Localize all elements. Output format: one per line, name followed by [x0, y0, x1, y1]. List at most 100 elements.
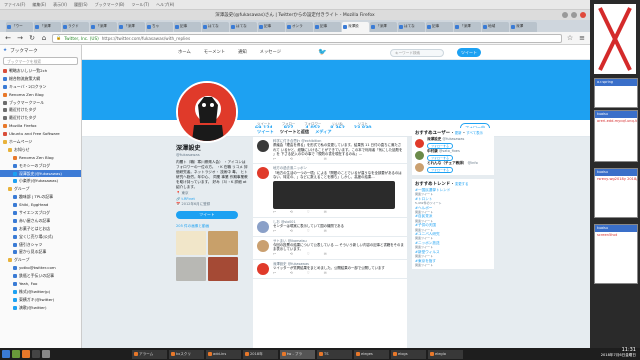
recommended-user[interactable]: とれんな（チェア教師） @info フォローする: [415, 161, 491, 173]
taskbar-task[interactable]: TS: [317, 349, 352, 359]
bookmark-item[interactable]: Yeah, Foo: [0, 280, 81, 288]
browser-tab[interactable]: 「ウー: [6, 22, 33, 32]
menu-item[interactable]: 履歴(S): [74, 2, 88, 8]
bookmark-item[interactable]: 深澤設史(@fukasawas): [0, 169, 81, 178]
like-icon[interactable]: ♡: [307, 157, 310, 161]
photo-thumb[interactable]: [208, 256, 238, 281]
clock[interactable]: 11:31 2018年7月6日金曜日: [601, 348, 636, 358]
taskbar-task[interactable]: アラーム: [132, 349, 167, 359]
user-name[interactable]: 深澤設史: [427, 137, 441, 141]
tweet-image[interactable]: [273, 181, 395, 210]
timeline-tab[interactable]: メディア: [315, 129, 331, 135]
website-link[interactable]: t.RP.net: [181, 197, 194, 201]
trend-item[interactable]: #自民党派 関連ツイート: [415, 214, 491, 223]
browser-tab[interactable]: 深澤設: [342, 22, 369, 32]
user-name[interactable]: 中村康: [427, 149, 438, 153]
menu-item[interactable]: 編集(E): [32, 2, 46, 8]
taskbar-task[interactable]: tw - ブラ: [280, 349, 315, 359]
nav-messages[interactable]: メッセージ: [260, 49, 281, 55]
retweet-icon[interactable]: ⟲: [290, 229, 293, 233]
bookmark-item[interactable]: Mozilla Firefox: [0, 122, 81, 130]
bookmark-item[interactable]: 東横ガキ(@twitter): [0, 296, 81, 304]
bookmark-item[interactable]: 値引きシャツ: [0, 241, 81, 249]
tweet-author[interactable]: 地方の過去風ニッポン: [273, 166, 307, 170]
nav-home[interactable]: ホーム: [178, 49, 191, 55]
trends-change-link[interactable]: 変更する: [455, 182, 469, 186]
forward-arrow-icon[interactable]: →: [16, 34, 24, 42]
bookmark-item[interactable]: 最近付けたタグ: [0, 114, 81, 122]
bookmark-item[interactable]: 小楽茶(@fukasawas): [0, 177, 81, 185]
tweet-avatar[interactable]: [257, 262, 269, 275]
view-all-link[interactable]: すべて表示: [466, 131, 483, 135]
browser-tab[interactable]: 記事: [174, 22, 201, 32]
user-avatar[interactable]: [415, 150, 424, 160]
bookmark-item[interactable]: 演歌(@twitter): [0, 304, 81, 312]
dm-icon[interactable]: ✉: [324, 157, 327, 161]
browser-tab[interactable]: 「深澤: [118, 22, 145, 32]
files-icon[interactable]: [12, 350, 20, 358]
retweet-icon[interactable]: ⟲: [290, 210, 293, 214]
minimize-icon[interactable]: [562, 12, 568, 18]
bookmark-item[interactable]: 最近付けたタグ: [0, 106, 81, 114]
back-arrow-icon[interactable]: ←: [4, 34, 12, 42]
bookmark-item[interactable]: 星から見る記事: [0, 248, 81, 256]
trend-item[interactable]: #子供の天国 関連ツイート: [415, 223, 491, 232]
retweet-icon[interactable]: ⟲: [290, 252, 293, 256]
browser-tab[interactable]: 「深澤: [454, 22, 481, 32]
browser-tab[interactable]: 記事: [314, 22, 341, 32]
recommended-user[interactable]: 深澤設史 @fukasawas フォローする: [415, 137, 491, 149]
app-menu-icon[interactable]: [2, 350, 10, 358]
browser-tab[interactable]: 記事: [426, 22, 453, 32]
bookmark-item[interactable]: お菓子とはとお店: [0, 225, 81, 233]
bookmark-item[interactable]: グループ: [0, 256, 81, 264]
user-avatar[interactable]: [415, 162, 424, 172]
like-icon[interactable]: ♡: [307, 210, 310, 214]
tweet-author[interactable]: サトまい: [273, 239, 287, 243]
bookmark-item[interactable]: お知らせ: [0, 146, 81, 154]
bookmark-item[interactable]: 戦略おいしい一覧2ch: [0, 67, 81, 75]
tweet-avatar[interactable]: [257, 220, 269, 233]
timeline-tab[interactable]: ツイート: [257, 129, 274, 135]
tweet[interactable]: 地方の過去風ニッポン 『地方の生活の一つの一環』による「問題のことでいるが違うな…: [253, 164, 407, 218]
like-icon[interactable]: ♡: [307, 252, 310, 256]
desktop-window[interactable]: kuaisu screen5hot: [594, 224, 638, 284]
browser-tab[interactable]: ちゃ: [146, 22, 173, 32]
photo-thumb[interactable]: [208, 230, 238, 255]
trend-tag[interactable]: #自民党派: [415, 214, 432, 218]
editor-icon[interactable]: [42, 350, 50, 358]
timeline-tab[interactable]: ツイートと返信: [280, 129, 309, 135]
browser-tab[interactable]: 「深澤: [90, 22, 117, 32]
reply-icon[interactable]: ↩: [273, 271, 276, 275]
dm-icon[interactable]: ✉: [324, 229, 327, 233]
bookmark-item[interactable]: 鉄瓶と手伝いの記事: [0, 272, 81, 280]
menu-item[interactable]: ツール(T): [131, 2, 149, 8]
terminal-icon[interactable]: [32, 350, 40, 358]
trend-tag[interactable]: #子供の天国: [415, 223, 436, 227]
reply-icon[interactable]: ↩: [273, 252, 276, 256]
close-icon[interactable]: [580, 12, 586, 18]
bookmark-item[interactable]: ホームページ: [0, 138, 81, 146]
url-bar[interactable]: 🔒 Twitter, Inc. (US) https://twitter.com…: [52, 33, 562, 43]
nav-moments[interactable]: モーメント: [204, 49, 225, 55]
trend-item[interactable]: #一国民選挙トレンド 関連ツイート: [415, 188, 491, 197]
bookmark-item[interactable]: Renoma Zen Blog: [0, 91, 81, 99]
taskbar-task[interactable]: elogs: [391, 349, 426, 359]
bookmark-item[interactable]: 株式(@twitterjp): [0, 288, 81, 296]
refresh-link[interactable]: 更新: [455, 131, 462, 135]
dm-icon[interactable]: ✉: [324, 210, 327, 214]
photo-thumb[interactable]: [176, 256, 206, 281]
taskbar-task[interactable]: eleges: [354, 349, 389, 359]
tweet[interactable]: サトまい @ikamatsu 今回の投票の結果について公表している ― そういう新…: [253, 237, 407, 260]
dm-icon[interactable]: ✉: [324, 252, 327, 256]
user-avatar[interactable]: [415, 138, 424, 148]
profile-handle[interactable]: @fukasawas: [176, 152, 250, 157]
profile-avatar[interactable]: [176, 81, 238, 143]
tweet-avatar[interactable]: [257, 167, 269, 180]
bookmark-item[interactable]: yotko@twitter.com: [0, 264, 81, 272]
firefox-icon[interactable]: [22, 350, 30, 358]
tweet-avatar[interactable]: [257, 140, 269, 152]
taskbar-task[interactable]: eleglo: [428, 349, 463, 359]
recommended-user[interactable]: 中村康 @sato_fixes フォローする: [415, 149, 491, 161]
tweet[interactable]: しお @sio001 センターは現実に表示していて国の機関である ↩ ⟲ ♡ ✉: [253, 218, 407, 237]
maximize-icon[interactable]: [571, 12, 577, 18]
